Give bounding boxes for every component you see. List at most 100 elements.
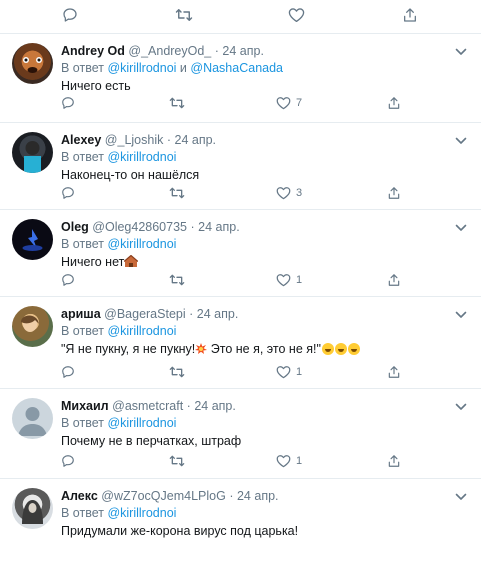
chevron-down-icon[interactable]: [455, 488, 467, 506]
separator: ·: [214, 44, 219, 58]
like-button[interactable]: 1: [276, 454, 302, 468]
display-name[interactable]: ариша: [61, 307, 101, 321]
reply-prefix: В ответ: [61, 237, 104, 251]
avatar[interactable]: [12, 398, 53, 439]
like-button[interactable]: 1: [276, 273, 302, 287]
tweet[interactable]: Andrey Od @_AndreyOd_ · 24 апр. В ответ …: [0, 34, 481, 123]
retweet-icon[interactable]: [175, 7, 193, 23]
chevron-down-icon[interactable]: [455, 398, 467, 416]
tweet-header: Andrey Od @_AndreyOd_ · 24 апр.: [61, 43, 447, 59]
share-icon[interactable]: [387, 365, 401, 379]
separator: ·: [190, 220, 195, 234]
like-button[interactable]: 7: [276, 96, 302, 110]
share-icon[interactable]: [402, 7, 418, 23]
retweet-icon[interactable]: [169, 273, 185, 287]
like-icon: [276, 97, 291, 110]
tweet-text: Ничего нет: [61, 253, 447, 271]
display-name[interactable]: Михаил: [61, 399, 109, 413]
user-handle[interactable]: @_AndreyOd_: [128, 44, 211, 58]
tweet-actions: 7: [61, 96, 461, 112]
like-button[interactable]: 3: [276, 186, 302, 200]
chevron-down-icon[interactable]: [455, 132, 467, 150]
display-name[interactable]: Oleg: [61, 220, 89, 234]
tweet-header: Alexey @_Ljoshik · 24 апр.: [61, 132, 447, 148]
user-handle[interactable]: @asmetcraft: [112, 399, 183, 413]
reply-icon[interactable]: [61, 454, 75, 468]
like-button[interactable]: 1: [276, 365, 302, 379]
mention-link[interactable]: @kirillrodnoi: [107, 416, 176, 430]
tweet-text: "Я не пукну, я не пукну! Это не я, это н…: [61, 340, 447, 358]
tweet[interactable]: ариша @BageraStepi · 24 апр. В ответ @ki…: [0, 297, 481, 389]
reply-context: В ответ @kirillrodnoi: [61, 322, 447, 340]
mention-link[interactable]: @kirillrodnoi: [107, 61, 176, 75]
avatar[interactable]: [12, 306, 53, 347]
avatar[interactable]: [12, 132, 53, 173]
tweet-header: Алекс @wZ7ocQJem4LPloG · 24 апр.: [61, 488, 447, 504]
tweet[interactable]: Oleg @Oleg42860735 · 24 апр. В ответ @ki…: [0, 210, 481, 297]
mention-link[interactable]: @kirillrodnoi: [107, 237, 176, 251]
tweet-actions: 1: [61, 273, 461, 289]
tweet-text-part: Это не я, это не я!": [207, 342, 321, 356]
reply-prefix: В ответ: [61, 324, 104, 338]
separator: ·: [229, 489, 234, 503]
tweet-date[interactable]: 24 апр.: [237, 489, 279, 503]
share-icon[interactable]: [387, 273, 401, 287]
mention-link[interactable]: @kirillrodnoi: [107, 506, 176, 520]
tweet-date[interactable]: 24 апр.: [175, 133, 217, 147]
share-icon[interactable]: [387, 454, 401, 468]
tweet-header: Михаил @asmetcraft · 24 апр.: [61, 398, 447, 414]
share-icon[interactable]: [387, 96, 401, 110]
display-name[interactable]: Andrey Od: [61, 44, 125, 58]
mention-link[interactable]: @kirillrodnoi: [107, 150, 176, 164]
reply-icon[interactable]: [62, 7, 78, 23]
like-count: 1: [296, 455, 303, 467]
mention-link[interactable]: @NashaCanada: [190, 61, 283, 75]
reply-context: В ответ @kirillrodnoi: [61, 504, 447, 522]
like-icon: [276, 187, 291, 200]
retweet-icon[interactable]: [169, 365, 185, 379]
user-handle[interactable]: @BageraStepi: [104, 307, 186, 321]
tweet-header: Oleg @Oleg42860735 · 24 апр.: [61, 219, 447, 235]
retweet-icon[interactable]: [169, 186, 185, 200]
previous-tweet-actions: [0, 0, 481, 34]
tweet[interactable]: Михаил @asmetcraft · 24 апр. В ответ @ki…: [0, 389, 481, 479]
avatar[interactable]: [12, 219, 53, 260]
laughing-emoji-icon: [334, 343, 347, 355]
tweet-text: Придумали же-корона вирус под царька!: [61, 524, 299, 538]
share-icon[interactable]: [387, 186, 401, 200]
laughing-emoji-icon: [347, 343, 360, 355]
reply-icon[interactable]: [61, 186, 75, 200]
chevron-down-icon[interactable]: [455, 219, 467, 237]
mention-link[interactable]: @kirillrodnoi: [107, 324, 176, 338]
like-icon: [276, 366, 291, 379]
reply-context: В ответ @kirillrodnoi: [61, 414, 447, 432]
tweet[interactable]: Alexey @_Ljoshik · 24 апр. В ответ @kiri…: [0, 123, 481, 210]
reply-prefix: В ответ: [61, 416, 104, 430]
reply-icon[interactable]: [61, 96, 75, 110]
separator: ·: [166, 133, 172, 147]
user-handle[interactable]: @wZ7ocQJem4LPloG: [101, 489, 226, 503]
tweet-text: Наконец-то он нашёлся: [61, 168, 200, 182]
display-name[interactable]: Alexey: [61, 133, 101, 147]
tweet-date[interactable]: 24 апр.: [198, 220, 240, 234]
display-name[interactable]: Алекс: [61, 489, 98, 503]
reply-prefix: В ответ: [61, 150, 104, 164]
reply-prefix: В ответ: [61, 61, 104, 75]
tweet-header: ариша @BageraStepi · 24 апр.: [61, 306, 447, 322]
chevron-down-icon[interactable]: [455, 43, 467, 61]
chevron-down-icon[interactable]: [455, 306, 467, 324]
retweet-icon[interactable]: [169, 96, 185, 110]
tweet[interactable]: Алекс @wZ7ocQJem4LPloG · 24 апр. В ответ…: [0, 479, 481, 569]
avatar[interactable]: [12, 43, 53, 84]
like-icon[interactable]: [288, 7, 305, 23]
tweet-date[interactable]: 24 апр.: [197, 307, 239, 321]
reply-icon[interactable]: [61, 273, 75, 287]
tweet-date[interactable]: 24 апр.: [222, 44, 264, 58]
user-handle[interactable]: @Oleg42860735: [92, 220, 187, 234]
user-handle[interactable]: @_Ljoshik: [105, 133, 164, 147]
avatar[interactable]: [12, 488, 53, 529]
tweet-date[interactable]: 24 апр.: [194, 399, 236, 413]
reply-icon[interactable]: [61, 365, 75, 379]
tweet-text-body: Ничего нет: [61, 255, 125, 269]
retweet-icon[interactable]: [169, 454, 185, 468]
